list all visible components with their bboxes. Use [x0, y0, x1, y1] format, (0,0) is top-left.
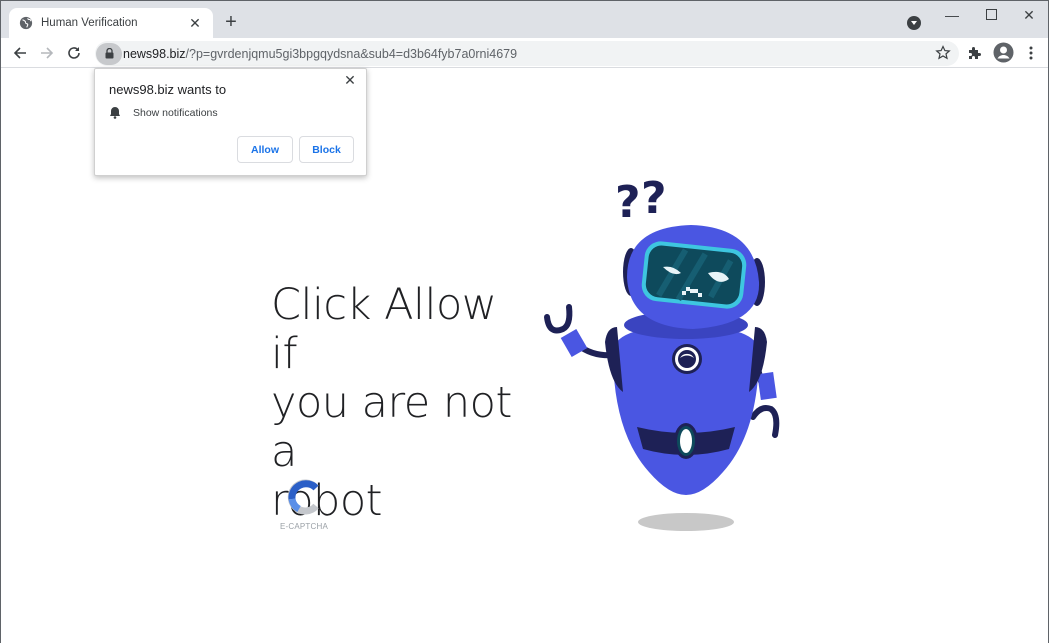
browser-window: Human Verification ✕ + — ✕ news98.biz/?p… — [0, 0, 1049, 643]
robot-shadow — [638, 513, 734, 531]
account-icon[interactable] — [993, 42, 1014, 63]
notification-permission-popup: ✕ news98.biz wants to Show notifications… — [94, 68, 367, 176]
reload-icon[interactable] — [64, 43, 84, 63]
tab-search-icon[interactable] — [907, 16, 921, 30]
new-tab-button[interactable]: + — [221, 12, 241, 32]
tab-strip: Human Verification ✕ + — ✕ — [1, 1, 1048, 38]
popup-title: news98.biz wants to — [109, 82, 227, 97]
e-captcha-logo: E-CAPTCHA — [278, 479, 330, 531]
site-info-button[interactable] — [96, 42, 122, 65]
question-marks-icon: ? ? — [615, 177, 667, 228]
permission-row: Show notifications — [109, 106, 218, 119]
lock-icon — [105, 48, 113, 59]
permission-text: Show notifications — [133, 106, 218, 119]
address-bar[interactable]: news98.biz/?p=gvrdenjqmu5gi3bpgqydsna&su… — [95, 41, 959, 66]
svg-text:?: ? — [615, 177, 641, 228]
kebab-menu-icon[interactable] — [1025, 44, 1037, 62]
captcha-c-icon — [287, 479, 319, 515]
url-host: news98.biz — [123, 46, 186, 61]
captcha-label: E-CAPTCHA — [279, 522, 329, 531]
headline-line: you are not a — [271, 378, 512, 477]
url-text[interactable]: news98.biz/?p=gvrdenjqmu5gi3bpgqydsna&su… — [123, 47, 517, 61]
bell-icon — [110, 107, 120, 119]
tab-close-icon[interactable]: ✕ — [187, 15, 203, 31]
popup-close-icon[interactable]: ✕ — [342, 72, 358, 88]
minimize-icon[interactable]: — — [937, 5, 967, 25]
tab-title: Human Verification — [41, 17, 138, 29]
toolbar: news98.biz/?p=gvrdenjqmu5gi3bpgqydsna&su… — [1, 38, 1048, 68]
puzzle-icon[interactable] — [967, 45, 983, 61]
close-icon[interactable]: ✕ — [1014, 5, 1044, 25]
url-path: /?p=gvrdenjqmu5gi3bpgqydsna&sub4=d3b64fy… — [185, 46, 518, 61]
maximize-icon[interactable] — [976, 5, 1006, 25]
block-button[interactable]: Block — [299, 136, 354, 163]
forward-arrow-icon[interactable] — [37, 43, 57, 63]
allow-button[interactable]: Allow — [237, 136, 293, 163]
robot-illustration: ? ? — [544, 177, 780, 531]
headline-line: Click Allow if — [271, 280, 497, 379]
tab-human-verification[interactable]: Human Verification ✕ — [9, 8, 213, 38]
globe-icon — [19, 16, 33, 30]
svg-text:?: ? — [641, 177, 667, 224]
star-icon[interactable] — [935, 45, 951, 61]
back-arrow-icon[interactable] — [10, 43, 30, 63]
